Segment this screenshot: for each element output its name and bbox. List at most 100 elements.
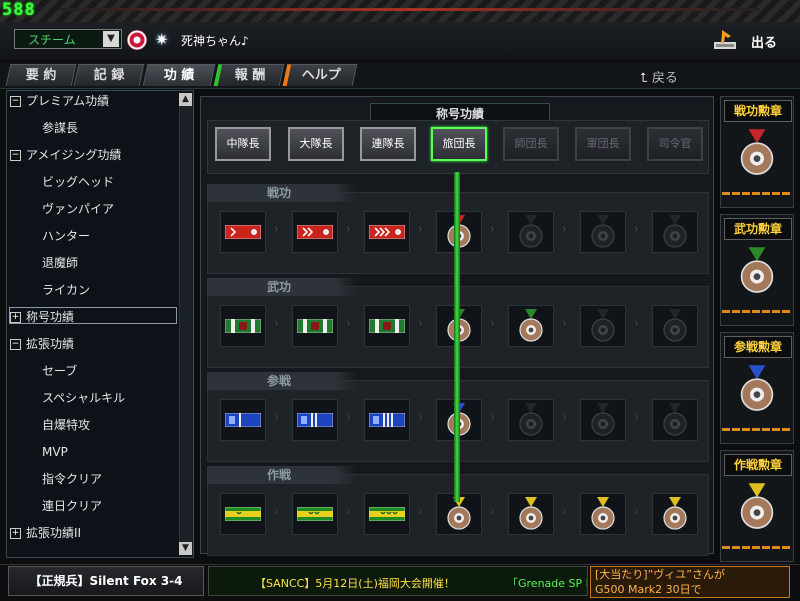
chevron-right-icon: › (490, 504, 495, 518)
section-label: 戦功 (207, 184, 357, 202)
chevron-right-icon: › (562, 316, 567, 330)
tree-group[interactable]: プレミアム功績 (26, 90, 109, 112)
tree-item[interactable]: 連日クリア (42, 495, 102, 517)
rank-button[interactable]: 中隊長 (215, 127, 271, 161)
medal-icon (740, 365, 774, 411)
chevron-right-icon: › (490, 316, 495, 330)
tree-group[interactable]: 拡張功績 (26, 333, 74, 355)
chevron-right-icon: › (562, 410, 567, 424)
ribbon-icon[interactable] (364, 305, 410, 347)
rank-button[interactable]: 司令官 (647, 127, 703, 161)
ribbon-icon[interactable] (364, 211, 410, 253)
exit-icon[interactable] (712, 26, 740, 52)
eye-icon[interactable] (127, 30, 147, 50)
medal-icon[interactable] (508, 493, 554, 535)
chevron-right-icon: › (634, 504, 639, 518)
collapse-icon[interactable]: − (10, 339, 21, 350)
chevron-right-icon: › (634, 410, 639, 424)
medal-title: 参戦勲章 (724, 336, 792, 358)
exit-label[interactable]: 出る (751, 32, 777, 51)
medal-title: 武功勲章 (724, 218, 792, 240)
ribbon-icon[interactable] (292, 399, 338, 441)
medal-icon (519, 309, 543, 342)
medal-progress-bar (722, 310, 792, 313)
tree-item[interactable]: スペシャルキル (42, 387, 125, 409)
rank-button[interactable]: 大隊長 (288, 127, 344, 161)
scroll-up-icon[interactable]: ▲ (179, 93, 192, 106)
expand-icon[interactable]: + (10, 528, 21, 539)
collapse-icon[interactable]: − (10, 150, 21, 161)
dropdown-arrow-icon[interactable]: ▼ (103, 31, 119, 47)
spark-icon: ✷ (155, 30, 169, 49)
tree-item[interactable]: ハンター (42, 225, 90, 247)
medal-icon[interactable] (652, 493, 698, 535)
tab-records[interactable]: 記 録 (73, 64, 145, 86)
tree-item[interactable]: 自爆特攻 (42, 414, 90, 436)
ribbon-icon[interactable] (292, 493, 338, 535)
chevron-right-icon: › (634, 316, 639, 330)
medal-icon[interactable] (580, 493, 626, 535)
tab-rewards[interactable]: 報 酬 (213, 64, 285, 86)
medal-icon[interactable] (508, 399, 554, 441)
tree-item[interactable]: 退魔師 (42, 252, 78, 274)
ribbon-icon[interactable] (220, 305, 266, 347)
tree-item[interactable]: MVP (42, 441, 68, 463)
tree-group[interactable]: 拡張功績II (26, 522, 81, 544)
expand-icon[interactable]: + (10, 312, 21, 323)
chevron-right-icon: › (490, 222, 495, 236)
tree-item[interactable]: セーブ (42, 360, 77, 382)
section-label: 武功 (207, 278, 357, 296)
ribbon-icon[interactable] (220, 211, 266, 253)
chevron-right-icon: › (490, 410, 495, 424)
medal-icon (591, 403, 615, 436)
tab-help[interactable]: ヘルプ (282, 64, 358, 86)
tree-item[interactable]: ヴァンパイア (42, 198, 114, 220)
tree-group[interactable]: 称号功績 (26, 306, 74, 328)
ribbon-icon (297, 319, 333, 333)
medal-icon[interactable] (652, 305, 698, 347)
collapse-icon[interactable]: − (10, 96, 21, 107)
medal-icon[interactable] (508, 211, 554, 253)
ribbon-icon (225, 319, 261, 333)
ribbon-icon[interactable] (292, 305, 338, 347)
ribbon-icon (369, 507, 405, 521)
chevron-right-icon: › (274, 222, 279, 236)
tree-item[interactable]: 参謀長 (42, 117, 78, 139)
news-ticker: 【SANCC】5月12日(土)福岡大会開催！ 「Grenade SP E (208, 566, 588, 596)
ribbon-icon (297, 225, 333, 239)
mode-select-value: スチーム (28, 33, 76, 47)
medal-icon[interactable] (580, 399, 626, 441)
tree-item[interactable]: ライカン (42, 279, 90, 301)
medal-icon[interactable] (652, 399, 698, 441)
tree-item[interactable]: 指令クリア (42, 468, 102, 490)
tree-item[interactable]: ビッグヘッド (42, 171, 114, 193)
player-rank-name: 【正規兵】Silent Fox 3-4 (8, 566, 204, 596)
tab-summary[interactable]: 要 約 (5, 64, 77, 86)
chevron-right-icon: › (418, 222, 423, 236)
section-label: 参戦 (207, 372, 357, 390)
medal-icon (740, 247, 774, 293)
scroll-down-icon[interactable]: ▼ (179, 542, 192, 555)
rank-button[interactable]: 連隊長 (360, 127, 416, 161)
chevron-right-icon: › (562, 504, 567, 518)
fps-counter: 588 (2, 0, 36, 20)
medal-icon[interactable] (580, 305, 626, 347)
medal-progress-bar (722, 428, 792, 431)
tree-scrollbar[interactable] (179, 93, 193, 555)
ribbon-icon[interactable] (364, 399, 410, 441)
ribbon-icon[interactable] (364, 493, 410, 535)
medal-icon[interactable] (508, 305, 554, 347)
ribbon-icon[interactable] (220, 493, 266, 535)
ribbon-icon (225, 507, 261, 521)
ribbon-icon[interactable] (220, 399, 266, 441)
rank-button[interactable]: 旅団長 (431, 127, 487, 161)
medal-icon[interactable] (652, 211, 698, 253)
top-accent-line (60, 8, 760, 11)
tab-achievements[interactable]: 功 績 (142, 64, 216, 86)
rank-button[interactable]: 軍団長 (575, 127, 631, 161)
rank-button[interactable]: 師団長 (503, 127, 559, 161)
medal-icon[interactable] (580, 211, 626, 253)
back-button[interactable]: ⮤ 戻る (640, 67, 678, 86)
tree-group[interactable]: アメイジング功績 (26, 144, 121, 166)
ribbon-icon[interactable] (292, 211, 338, 253)
